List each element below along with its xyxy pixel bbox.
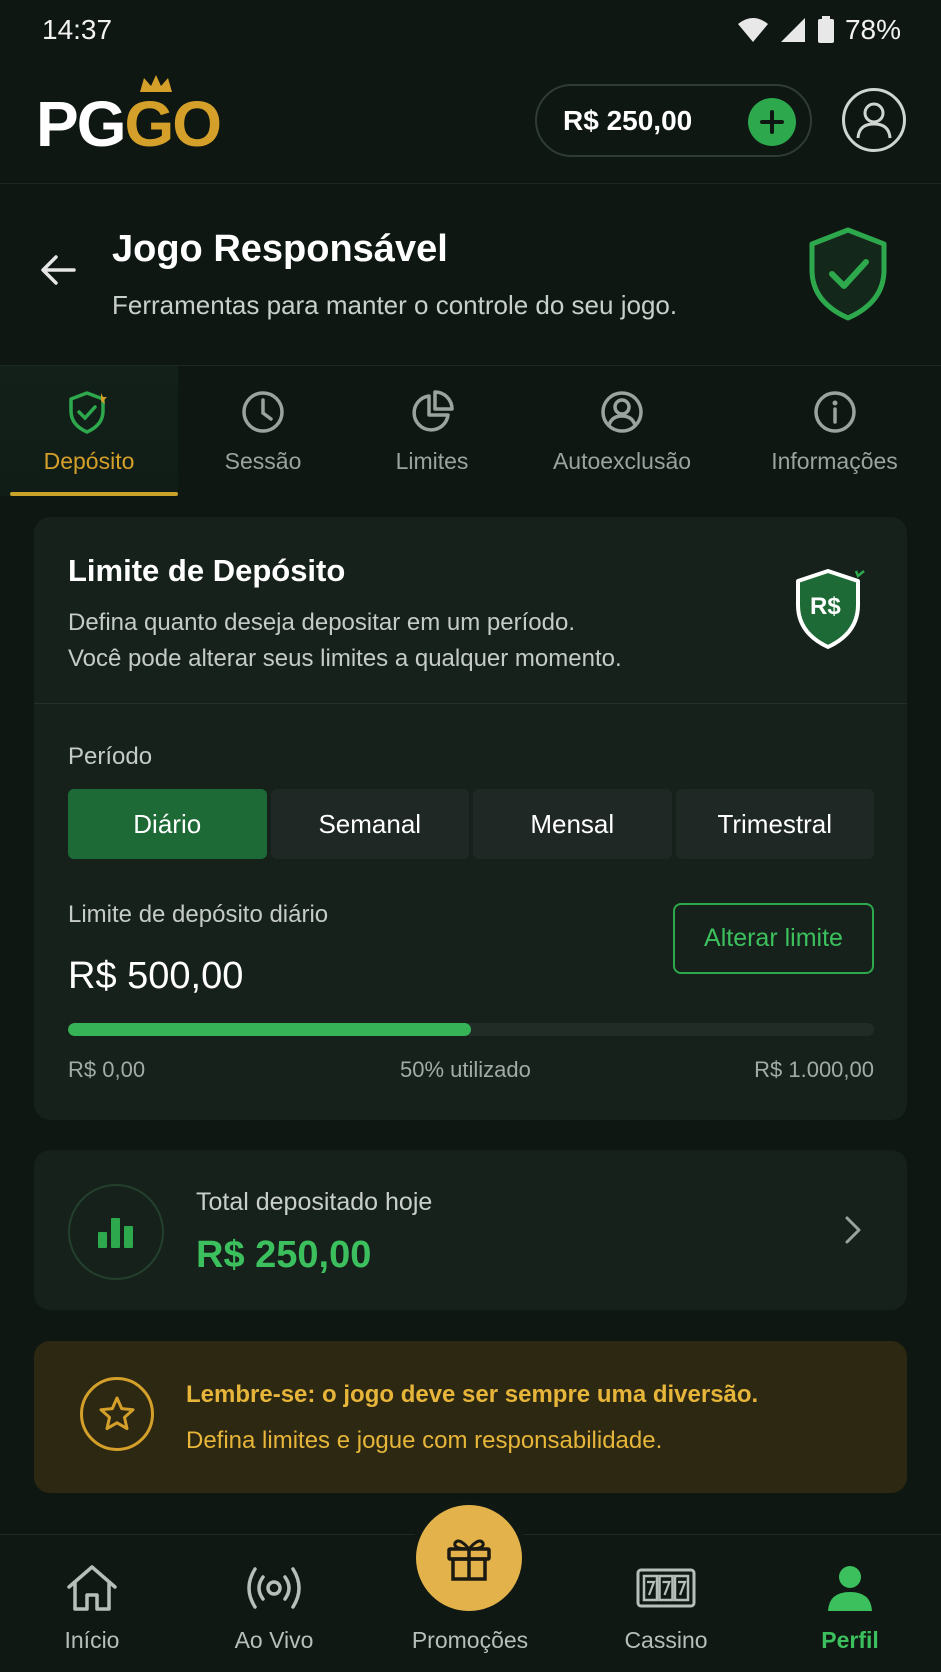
- promotions-fab[interactable]: [416, 1505, 522, 1611]
- chevron-right-icon: [845, 1216, 861, 1244]
- tab-limites[interactable]: Limites: [348, 366, 516, 496]
- logo-go-label: GO: [124, 88, 222, 160]
- page-title: Jogo Responsável: [112, 228, 448, 270]
- nav-label: Perfil: [821, 1627, 879, 1653]
- nav-cassino[interactable]: Cassino: [606, 1535, 726, 1672]
- clock-icon: [242, 391, 284, 433]
- star-badge: [80, 1377, 154, 1451]
- signal-icon: [780, 18, 805, 42]
- limit-label: Limite de depósito diário: [68, 901, 329, 928]
- total-deposited-label: Total depositado hoje: [196, 1188, 433, 1216]
- tab-autoexclusao[interactable]: Autoexclusão: [516, 366, 728, 496]
- card-description: Defina quanto deseja depositar em um per…: [68, 605, 622, 677]
- app-header: PG GO R$ 250,00: [0, 60, 941, 184]
- deposit-limit-card: Limite de Depósito Defina quanto deseja …: [34, 517, 907, 1120]
- logo-text-right: GO: [124, 75, 222, 156]
- period-label: Período: [68, 743, 153, 770]
- reminder-title: Lembre-se: o jogo deve ser sempre uma di…: [186, 1381, 759, 1408]
- period-option-trimestral[interactable]: Trimestral: [675, 789, 874, 859]
- status-time: 14:37: [42, 14, 113, 45]
- user-icon: [856, 102, 892, 139]
- wifi-icon: [737, 18, 768, 42]
- info-icon: [813, 391, 856, 433]
- change-limit-button[interactable]: Alterar limite: [673, 903, 874, 974]
- reminder-text: Defina limites e jogue com responsabilid…: [186, 1427, 663, 1454]
- nav-inicio[interactable]: Início: [42, 1535, 142, 1672]
- bar-chart-icon: [98, 1218, 133, 1248]
- tab-bar: Depósito Sessão Limites Autoexclusão Inf…: [0, 366, 941, 496]
- card-title: Limite de Depósito: [68, 553, 346, 588]
- back-arrow-icon[interactable]: [38, 250, 78, 290]
- status-icons: 78%: [737, 14, 901, 46]
- tab-label: Limites: [395, 448, 469, 474]
- shield-check-icon: [69, 391, 107, 434]
- money-shield-badge: R$: [794, 567, 868, 658]
- slot-machine-icon: [636, 1568, 696, 1608]
- tab-informacoes[interactable]: Informações: [728, 366, 941, 496]
- add-funds-button[interactable]: [748, 98, 796, 146]
- status-bar: 14:37 78%: [0, 0, 941, 60]
- balance-value: R$ 250,00: [563, 104, 693, 136]
- pie-chart-icon: [412, 390, 454, 432]
- battery-percent: 78%: [844, 14, 901, 45]
- page-subtitle: Ferramentas para manter o controle do se…: [112, 290, 678, 320]
- limit-progress-bar: [68, 1023, 874, 1036]
- tab-label: Sessão: [224, 448, 302, 474]
- period-selector: Diário Semanal Mensal Trimestral: [68, 789, 874, 859]
- star-icon: [99, 1396, 135, 1431]
- tab-sessao[interactable]: Sessão: [178, 366, 348, 496]
- logo[interactable]: PG GO: [36, 75, 222, 160]
- user-circle-icon: [601, 391, 643, 433]
- nav-label: Ao Vivo: [234, 1627, 314, 1653]
- period-option-semanal[interactable]: Semanal: [270, 789, 469, 859]
- nav-label: Promoções: [411, 1627, 529, 1653]
- bar-chart-badge: [68, 1184, 164, 1280]
- live-icon: [247, 1567, 301, 1609]
- limit-value: R$ 500,00: [68, 955, 244, 997]
- nav-perfil[interactable]: Perfil: [800, 1535, 900, 1672]
- logo-text-left: PG: [36, 88, 126, 160]
- user-icon: [828, 1566, 872, 1611]
- divider: [34, 703, 907, 704]
- home-icon: [67, 1565, 117, 1611]
- period-option-mensal[interactable]: Mensal: [473, 789, 672, 859]
- total-deposited-card[interactable]: Total depositado hoje R$ 250,00: [34, 1150, 907, 1310]
- reminder-banner: Lembre-se: o jogo deve ser sempre uma di…: [34, 1341, 907, 1493]
- gift-icon: [447, 1539, 491, 1581]
- profile-avatar-button[interactable]: [842, 88, 906, 152]
- crown-icon: [140, 75, 173, 92]
- progress-min-label: R$ 0,00: [68, 1057, 146, 1082]
- nav-label: Início: [64, 1627, 120, 1653]
- plus-icon: [760, 110, 784, 134]
- nav-ao-vivo[interactable]: Ao Vivo: [214, 1535, 334, 1672]
- total-deposited-value: R$ 250,00: [196, 1234, 372, 1276]
- nav-label: Cassino: [624, 1627, 708, 1653]
- balance-pill[interactable]: R$ 250,00: [535, 84, 812, 157]
- tab-label: Depósito: [43, 448, 135, 474]
- card-description-line: Você pode alterar seus limites a qualque…: [68, 645, 622, 672]
- page-header: Jogo Responsável Ferramentas para manter…: [0, 184, 941, 366]
- limit-progress-fill: [68, 1023, 471, 1036]
- tab-deposito[interactable]: Depósito: [0, 366, 178, 496]
- tab-label: Autoexclusão: [552, 448, 692, 474]
- progress-used-label: 50% utilizado: [400, 1057, 531, 1082]
- progress-max-label: R$ 1.000,00: [754, 1057, 874, 1082]
- battery-icon: [817, 16, 834, 43]
- money-shield-text: R$: [810, 593, 841, 620]
- tab-label: Informações: [771, 448, 898, 474]
- period-option-diario[interactable]: Diário: [68, 789, 267, 859]
- card-description-line: Defina quanto deseja depositar em um per…: [68, 609, 575, 636]
- shield-check-icon: [809, 227, 887, 321]
